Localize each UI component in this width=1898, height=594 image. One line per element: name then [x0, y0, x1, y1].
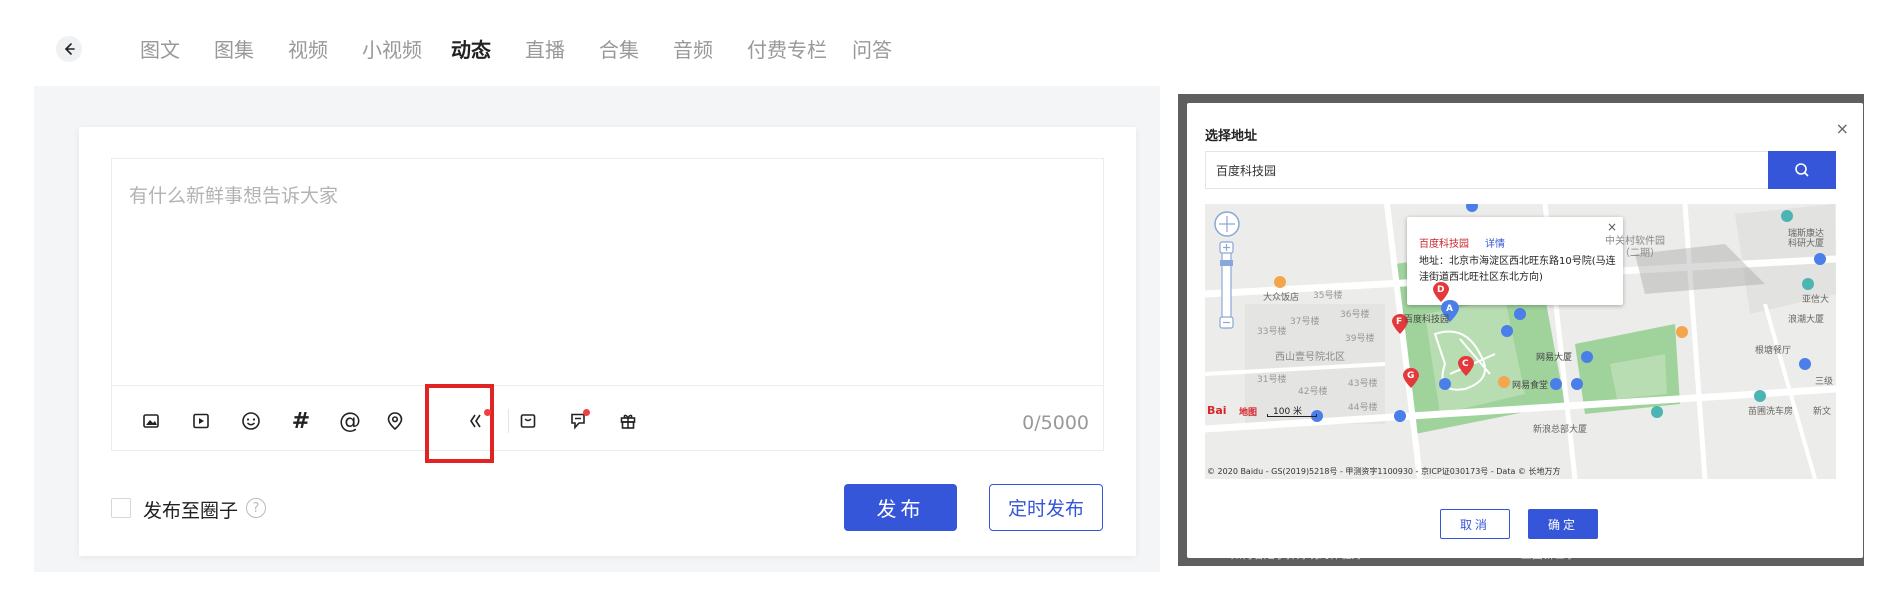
- map-label-b33: 33号楼: [1257, 327, 1287, 337]
- tab-qa[interactable]: 问答: [852, 34, 892, 63]
- map-label-netease-canteen: 网易食堂: [1512, 381, 1549, 391]
- map-label-xishan: 西山壹号院北区: [1275, 352, 1345, 363]
- map-label-b44: 44号楼: [1348, 403, 1378, 413]
- emoji-button[interactable]: [236, 406, 266, 436]
- tab-short-video[interactable]: 小视频: [362, 34, 422, 63]
- arrow-left-icon: [64, 43, 75, 55]
- tab-live[interactable]: 直播: [525, 34, 565, 63]
- editor-placeholder: 有什么新鲜事想告诉大家: [129, 185, 339, 207]
- search-icon: [1795, 163, 1809, 177]
- map-label-b37: 37号楼: [1290, 317, 1320, 327]
- gift-icon: [620, 414, 636, 429]
- bookmark-badge: [583, 409, 590, 416]
- map-view[interactable]: 百度科技园 详情 × 地址：北京市海淀区西北旺东路10号院(马连洼街道西北旺社区…: [1205, 204, 1836, 479]
- map-label-baidu-park: 百度科技园: [1404, 315, 1450, 325]
- location-icon: [387, 412, 403, 431]
- tab-gallery[interactable]: 图集: [214, 34, 254, 63]
- vote-badge: [484, 409, 491, 416]
- content-type-tabbar: [34, 0, 1160, 86]
- char-counter: 0/5000: [1022, 412, 1089, 434]
- pin-d-label: D: [1437, 285, 1445, 295]
- map-label-b39: 39号楼: [1345, 334, 1375, 344]
- map-label-xinwen: 新文: [1813, 407, 1832, 417]
- map-label-genmei: 根塘餐厅: [1755, 346, 1792, 356]
- vote-button[interactable]: [464, 406, 494, 436]
- hashtag-button[interactable]: #: [286, 406, 316, 436]
- map-label-b42: 42号楼: [1298, 387, 1328, 397]
- video-icon: [193, 413, 209, 429]
- address-search-input[interactable]: [1205, 151, 1768, 189]
- map-label-b35: 35号楼: [1313, 291, 1343, 301]
- map-label-zgc-phase: （二期）: [1620, 248, 1660, 259]
- map-label-b43: 43号楼: [1348, 379, 1378, 389]
- close-icon[interactable]: ×: [1836, 119, 1849, 138]
- map-label-b36: 36号楼: [1340, 310, 1370, 320]
- tab-graphic[interactable]: 图文: [140, 34, 180, 63]
- help-icon[interactable]: ?: [246, 498, 266, 518]
- gift-button[interactable]: [613, 406, 643, 436]
- popup-address: 地址：北京市海淀区西北旺东路10号院(马连洼街道西北旺社区东北方向): [1419, 256, 1616, 283]
- image-button[interactable]: [136, 406, 166, 436]
- hashtag-icon: #: [291, 408, 311, 434]
- tab-collection[interactable]: 合集: [599, 34, 639, 63]
- confirm-button[interactable]: 确定: [1528, 509, 1598, 539]
- map-label-sanjia: 三级: [1815, 377, 1834, 387]
- video-button[interactable]: [186, 406, 216, 436]
- pin-g-label: G: [1407, 371, 1415, 381]
- search-button[interactable]: [1768, 151, 1836, 189]
- post-editor[interactable]: 有什么新鲜事想告诉大家 # @ 0/5000: [111, 158, 1104, 463]
- cancel-button[interactable]: 取消: [1440, 509, 1510, 539]
- image-icon: [143, 414, 159, 428]
- back-button[interactable]: [56, 36, 82, 62]
- publish-button[interactable]: 发布: [844, 484, 957, 531]
- map-label-b31: 31号楼: [1257, 375, 1287, 385]
- map-label-yaxin: 亚信大: [1802, 295, 1830, 305]
- baidu-logo-cn: 地图: [1239, 408, 1258, 418]
- map-scale-bar: [1267, 414, 1317, 417]
- select-address-dialog: 选择地址 × 百度科技园 百度科技园 详情 × 地址：北京市海淀区西北旺东路10…: [1187, 103, 1863, 558]
- map-label-dazhong: 大众饭店: [1263, 293, 1300, 303]
- pin-f-label: F: [1396, 317, 1403, 327]
- map-label-miaopu: 苗圃洗车房: [1748, 407, 1794, 417]
- tab-moments[interactable]: 动态: [451, 34, 491, 63]
- bookmark-button[interactable]: [563, 406, 593, 436]
- post-composer-page: 图文 图集 视频 小视频 动态 直播 合集 音频 付费专栏 问答 有什么新鲜事想…: [0, 0, 1160, 594]
- toolbar-separator: [508, 409, 509, 433]
- location-button[interactable]: [380, 406, 410, 436]
- tab-paid-column[interactable]: 付费专栏: [747, 34, 827, 63]
- tab-video[interactable]: 视频: [288, 34, 328, 63]
- mention-button[interactable]: @: [335, 406, 365, 436]
- popup-detail-link[interactable]: 详情: [1485, 235, 1505, 250]
- shop-button[interactable]: [513, 406, 543, 436]
- publish-to-circle-checkbox[interactable]: [111, 498, 131, 518]
- emoji-icon: [242, 412, 260, 430]
- map-copyright: © 2020 Baidu - GS(2019)5218号 - 甲测资字11009…: [1207, 467, 1561, 476]
- map-label-ruisi2: 科研大厦: [1788, 239, 1825, 249]
- pin-c-label: C: [1462, 359, 1469, 369]
- tab-audio[interactable]: 音频: [673, 34, 713, 63]
- dialog-title: 选择地址: [1205, 129, 1258, 144]
- publish-to-circle-label[interactable]: 发布至圈子: [143, 496, 238, 523]
- baidu-logo: Bai: [1207, 404, 1227, 417]
- popup-title: 百度科技园: [1419, 239, 1469, 250]
- map-label-xinlang: 新浪总部大厦: [1533, 425, 1588, 435]
- map-label-netease-tower: 网易大厦: [1536, 353, 1573, 363]
- mention-icon: @: [339, 408, 361, 434]
- shop-icon: [520, 414, 536, 428]
- map-label-langchao: 浪潮大厦: [1788, 315, 1825, 325]
- scheduled-publish-button[interactable]: 定时发布: [989, 484, 1103, 531]
- toolbar-divider: [112, 385, 1103, 386]
